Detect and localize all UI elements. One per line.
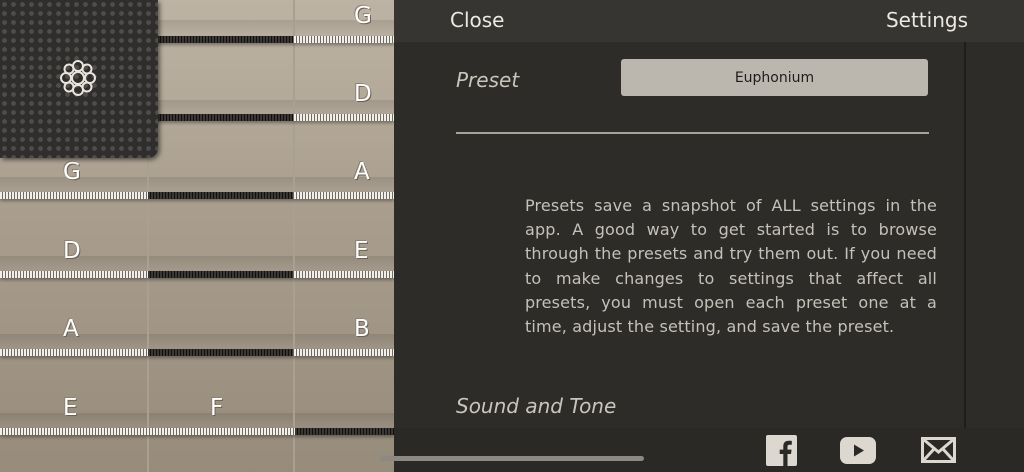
fretboard[interactable]: G D G A D E A B E F [0, 0, 394, 472]
preset-select-value: Euphonium [734, 69, 815, 86]
preset-label: Preset [456, 68, 520, 92]
home-indicator[interactable] [380, 456, 644, 461]
preset-description: Presets save a snapshot of ALL settings … [525, 196, 937, 337]
speaker-logo-icon [60, 60, 96, 96]
string-3[interactable] [0, 192, 394, 199]
facebook-icon[interactable] [766, 435, 797, 466]
string-5[interactable] [0, 349, 394, 356]
note-label: E [63, 395, 78, 421]
mail-icon[interactable] [921, 437, 956, 463]
note-label: D [63, 238, 81, 264]
scroll-rail [964, 42, 966, 428]
string-4[interactable] [0, 271, 394, 278]
sound-and-tone-label: Sound and Tone [456, 394, 617, 418]
close-button[interactable]: Close [450, 8, 504, 32]
string-6[interactable] [0, 428, 394, 435]
note-label: B [354, 316, 370, 342]
note-label: A [63, 316, 79, 342]
note-label: G [354, 3, 372, 29]
note-label: E [354, 238, 369, 264]
speaker-grille[interactable] [0, 0, 158, 158]
preset-select[interactable]: Euphonium [621, 59, 928, 96]
top-bar: Close Settings [394, 0, 1024, 42]
youtube-icon[interactable] [840, 437, 876, 464]
settings-title: Settings [885, 8, 968, 32]
fret-line [293, 0, 295, 472]
note-label: D [354, 81, 372, 107]
settings-panel: Close Settings Preset Euphonium Presets … [394, 0, 1024, 472]
note-label: A [354, 159, 370, 185]
note-label: F [210, 395, 224, 421]
divider [456, 132, 929, 134]
note-label: G [63, 159, 81, 185]
